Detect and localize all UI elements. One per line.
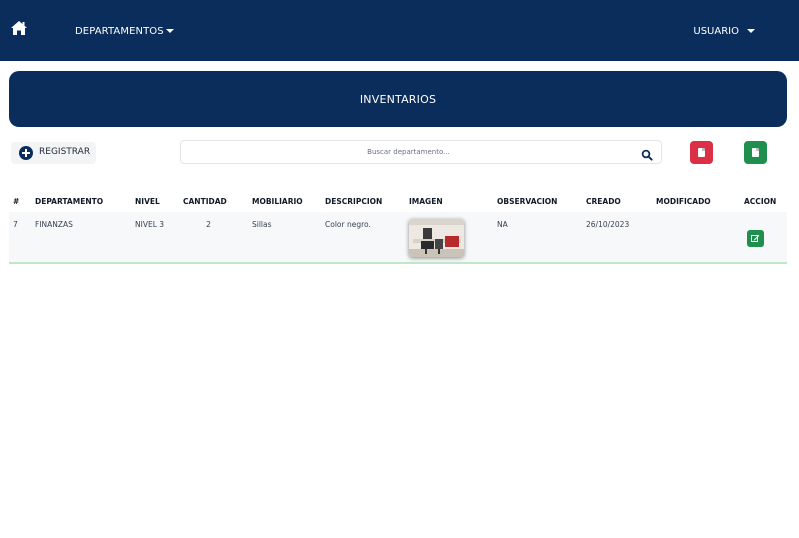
col-header-level: NIVEL <box>135 196 160 206</box>
export-excel-button[interactable] <box>744 141 767 164</box>
top-navbar: DEPARTAMENTOS USUARIO <box>0 0 799 61</box>
col-header-modified: MODIFICADO <box>656 196 711 206</box>
cell-created: 26/10/2023 <box>586 220 630 229</box>
page-title: INVENTARIOS <box>359 93 437 106</box>
page-header-banner: INVENTARIOS <box>9 71 787 127</box>
office-chairs-photo[interactable] <box>409 219 464 257</box>
cell-id: 7 <box>13 220 18 229</box>
file-excel-icon <box>752 148 759 157</box>
cell-modified <box>652 212 740 263</box>
edit-button[interactable] <box>747 230 764 247</box>
search-box <box>180 140 662 164</box>
export-pdf-button[interactable] <box>690 141 713 164</box>
col-header-department: DEPARTAMENTO <box>35 196 104 206</box>
caret-down-icon <box>165 29 174 33</box>
cell-furniture: Sillas <box>252 220 272 229</box>
col-header-description: DESCRIPCION <box>325 196 383 206</box>
cell-level: NIVEL 3 <box>135 220 165 229</box>
departments-label: DEPARTAMENTOS <box>75 26 164 37</box>
caret-down-icon <box>747 29 755 33</box>
col-header-image: IMAGEN <box>409 196 443 206</box>
cell-department: FINANZAS <box>35 220 73 229</box>
col-header-created: CREADO <box>586 196 621 206</box>
inventory-table: # DEPARTAMENTO NIVEL CANTIDAD MOBILIARIO… <box>9 190 787 264</box>
register-label: REGISTRAR <box>39 147 91 157</box>
cell-quantity: 2 <box>206 220 211 229</box>
departments-dropdown[interactable]: DEPARTAMENTOS <box>75 26 174 37</box>
user-label: USUARIO <box>693 26 739 37</box>
search-input[interactable] <box>181 141 636 163</box>
col-header-furniture: MOBILIARIO <box>252 196 303 206</box>
col-header-number: # <box>13 196 20 206</box>
col-header-observation: OBSERVACION <box>497 196 558 206</box>
file-pdf-icon <box>698 148 705 157</box>
cell-description: Color negro. <box>325 220 371 229</box>
table-row: 7 FINANZAS NIVEL 3 2 Sillas Color negro. <box>9 212 787 263</box>
cell-observation: NA <box>497 220 508 229</box>
cell-image <box>405 212 493 263</box>
register-button[interactable]: REGISTRAR <box>11 142 96 164</box>
edit-icon <box>751 235 760 242</box>
table-header-row: # DEPARTAMENTO NIVEL CANTIDAD MOBILIARIO… <box>9 190 787 212</box>
plus-circle-icon <box>19 146 33 160</box>
home-icon[interactable] <box>10 20 28 36</box>
col-header-action: ACCION <box>744 196 777 206</box>
col-header-quantity: CANTIDAD <box>183 196 227 206</box>
search-icon[interactable] <box>641 146 653 161</box>
user-dropdown[interactable]: USUARIO <box>693 26 755 37</box>
cell-action <box>740 212 787 263</box>
